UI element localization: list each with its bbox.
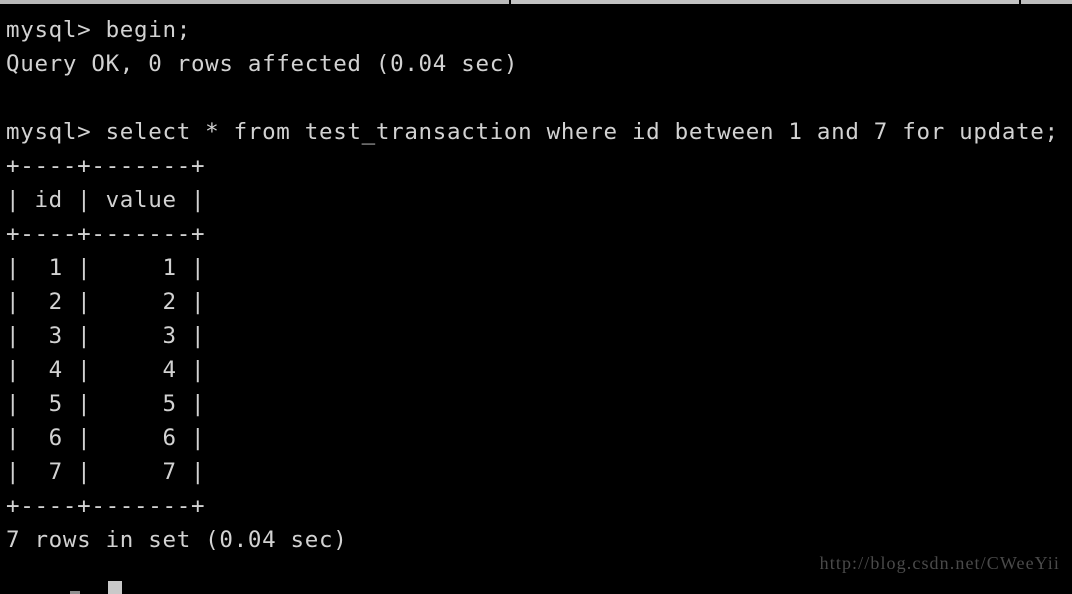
terminal-line-result-query-ok: Query OK, 0 rows affected (0.04 sec)	[6, 51, 519, 77]
terminal-line-command-select: mysql> select * from test_transaction wh…	[6, 119, 1059, 145]
terminal-window: mysql> begin; Query OK, 0 rows affected …	[0, 0, 1072, 594]
table-row: | 2 | 2 |	[6, 289, 206, 315]
table-row: | 4 | 4 |	[6, 357, 206, 383]
table-header-row: | id | value |	[6, 187, 206, 213]
terminal-prompt-line	[6, 580, 306, 594]
watermark-url: http://blog.csdn.net/CWeeYii	[819, 553, 1060, 573]
terminal-cursor	[108, 581, 122, 594]
table-row: | 6 | 6 |	[6, 425, 206, 451]
table-row: | 3 | 3 |	[6, 323, 206, 349]
terminal-output[interactable]: mysql> begin; Query OK, 0 rows affected …	[0, 4, 1072, 594]
terminal-line-result-row-count: 7 rows in set (0.04 sec)	[6, 527, 348, 553]
table-separator-header: +----+-------+	[6, 221, 206, 247]
table-row: | 7 | 7 |	[6, 459, 206, 485]
terminal-line-command-begin: mysql> begin;	[6, 17, 191, 43]
table-separator-bottom: +----+-------+	[6, 493, 206, 519]
table-row: | 1 | 1 |	[6, 255, 206, 281]
table-row: | 5 | 5 |	[6, 391, 206, 417]
table-separator-top: +----+-------+	[6, 153, 206, 179]
